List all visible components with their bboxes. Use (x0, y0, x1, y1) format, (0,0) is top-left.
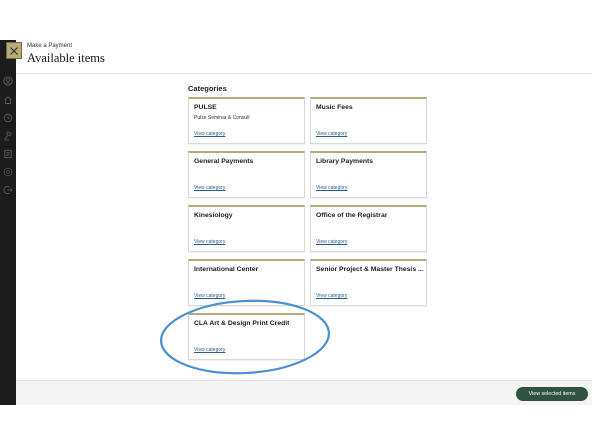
gavel-icon[interactable] (3, 131, 13, 141)
view-category-link[interactable]: View category (194, 293, 225, 299)
category-card-kinesiology[interactable]: Kinesiology View category (188, 205, 305, 252)
help-icon[interactable] (3, 167, 13, 177)
close-button[interactable] (6, 42, 22, 59)
category-title: PULSE (194, 104, 217, 111)
category-title: Office of the Registrar (316, 212, 388, 219)
view-category-link[interactable]: View category (316, 239, 347, 245)
category-card-pulse[interactable]: PULSE Pulse Seminar & Consult View categ… (188, 97, 305, 144)
category-title: Music Fees (316, 104, 353, 111)
view-category-link[interactable]: View category (194, 347, 225, 353)
user-icon[interactable] (3, 76, 13, 86)
categories-heading: Categories (188, 84, 227, 93)
view-category-link[interactable]: View category (194, 239, 225, 245)
left-nav-rail (0, 40, 16, 405)
history-icon[interactable] (3, 113, 13, 123)
category-card-international-center[interactable]: International Center View category (188, 259, 305, 306)
category-title: CLA Art & Design Print Credit (194, 320, 290, 327)
category-title: General Payments (194, 158, 254, 165)
category-card-senior-project[interactable]: Senior Project & Master Thesis ... View … (310, 259, 427, 306)
category-card-office-of-the-registrar[interactable]: Office of the Registrar View category (310, 205, 427, 252)
page-header: Make a Payment Available items (16, 40, 592, 74)
category-card-general-payments[interactable]: General Payments View category (188, 151, 305, 198)
category-title: International Center (194, 266, 259, 273)
view-category-link[interactable]: View category (194, 185, 225, 191)
view-category-link[interactable]: View category (316, 131, 347, 137)
page-kicker: Make a Payment (27, 43, 73, 49)
category-card-cla-art-design-print-credit[interactable]: CLA Art & Design Print Credit View categ… (188, 313, 305, 360)
logout-icon[interactable] (3, 185, 13, 195)
ledger-icon[interactable] (3, 149, 13, 159)
category-subtitle: Pulse Seminar & Consult (194, 115, 250, 121)
category-title: Library Payments (316, 158, 374, 165)
page-title: Available items (27, 51, 105, 65)
app-root: Make a Payment Available items Categorie… (0, 0, 592, 444)
category-card-music-fees[interactable]: Music Fees View category (310, 97, 427, 144)
view-category-link[interactable]: View category (316, 185, 347, 191)
page-footer: View selected items (16, 380, 592, 405)
category-card-library-payments[interactable]: Library Payments View category (310, 151, 427, 198)
category-title: Kinesiology (194, 212, 233, 219)
view-category-link[interactable]: View category (194, 131, 225, 137)
category-title: Senior Project & Master Thesis ... (316, 266, 424, 273)
home-icon[interactable] (3, 95, 13, 105)
view-selected-items-button[interactable]: View selected items (516, 387, 588, 401)
close-icon (10, 46, 18, 55)
main-content: Categories PULSE Pulse Seminar & Consult… (16, 74, 592, 380)
view-category-link[interactable]: View category (316, 293, 347, 299)
